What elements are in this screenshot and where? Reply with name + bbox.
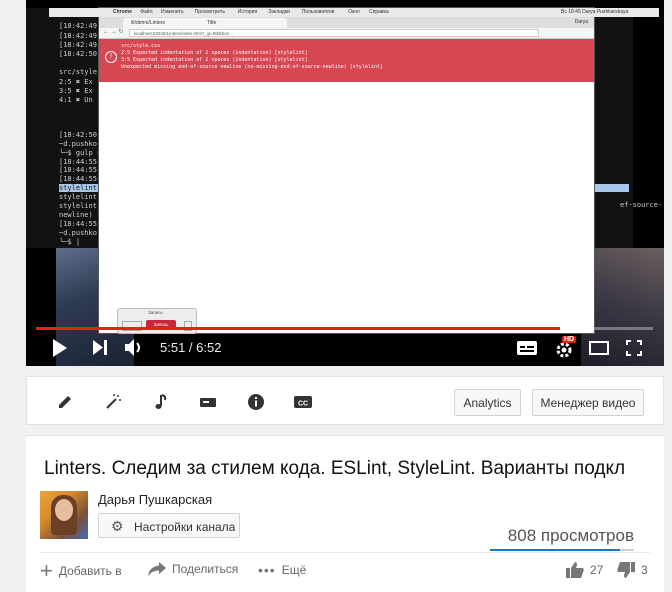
browser-tab: lit/demo/Linters	[123, 18, 201, 28]
terminal-line: [18:44:55]	[59, 158, 102, 166]
info-icon[interactable]	[245, 391, 267, 413]
terminal-line: ~d.pushkor	[59, 140, 102, 148]
error-line: src/style.css	[121, 43, 161, 49]
lint-error-overlay: ! src/style.css 2:5 Expected indentation…	[99, 39, 594, 82]
channel-avatar[interactable]	[40, 491, 88, 539]
mac-menu-item: Справка	[369, 9, 389, 15]
screen-recorder-widget: Запись Запись	[117, 308, 197, 334]
terminal-line: [18:44:55]	[59, 175, 102, 183]
settings-icon[interactable]: HD	[554, 336, 577, 359]
channel-settings-label: Настройки канала	[134, 520, 236, 534]
browser-nav-icons: ← → ↻	[103, 29, 124, 35]
pencil-icon[interactable]	[54, 391, 76, 413]
fullscreen-icon[interactable]	[626, 340, 642, 356]
more-dots-icon: •••	[258, 562, 276, 578]
browser-url-field: localhost:63342/Linters/index.html?_ijt=…	[129, 29, 539, 37]
mac-menu-item: Изменить	[161, 9, 184, 15]
thumbs-up-icon	[566, 562, 584, 578]
mac-menu-item: Закладки	[268, 9, 290, 15]
add-to-label: Добавить в	[58, 564, 122, 578]
like-button[interactable]: 27	[566, 562, 603, 578]
plus-icon: +	[40, 558, 53, 583]
terminal-line: [18:44:55]	[59, 220, 102, 228]
music-note-icon[interactable]	[149, 391, 171, 413]
channel-settings-button[interactable]: ⚙ Настройки канала	[98, 513, 240, 538]
dislike-count: 3	[641, 563, 648, 577]
share-icon	[148, 562, 166, 576]
terminal-line: stylelint:	[59, 202, 102, 210]
terminal-line: [18:42:50]	[59, 131, 102, 139]
svg-text:CC: CC	[298, 401, 308, 408]
browser-url-bar: ← → ↻ localhost:63342/Linters/index.html…	[99, 28, 594, 39]
likes-ratio-fill	[490, 549, 620, 551]
play-icon[interactable]	[52, 339, 68, 357]
volume-icon[interactable]	[125, 339, 143, 356]
terminal-line: [18:42:49]	[59, 41, 102, 49]
terminal-line: ╰─$ |	[59, 238, 81, 246]
error-line: 3:5 Expected indentation of 2 spaces (in…	[121, 57, 308, 63]
mac-menu-item: Просмотреть	[194, 9, 225, 15]
more-button[interactable]: ••• Ещё	[258, 562, 306, 578]
creator-toolbar: CC Analytics Менеджер видео	[26, 376, 664, 425]
next-icon[interactable]	[93, 340, 108, 355]
channel-name[interactable]: Дарья Пушкарская	[98, 492, 212, 507]
mac-menu-item: Файл	[140, 9, 153, 15]
terminal-line: 2:5 ✖ Ex	[59, 78, 93, 86]
video-player[interactable]: [18:42:49] [18:42:49] [18:42:49] [18:42:50]…	[26, 0, 664, 366]
terminal-line: stylelint:	[59, 193, 102, 201]
error-line: 2:5 Expected indentation of 2 spaces (in…	[121, 50, 308, 56]
annotation-icon[interactable]	[197, 391, 219, 413]
mac-menu-item: Пользователи	[301, 9, 335, 15]
terminal-line: ~d.pushkor	[59, 229, 102, 237]
cc-icon[interactable]: CC	[292, 391, 314, 413]
subtitles-icon[interactable]	[517, 341, 537, 355]
browser-tab: Title	[199, 18, 287, 28]
mac-menu-item: История	[237, 9, 258, 15]
hd-badge: HD	[562, 336, 577, 343]
browser-user-label: Darya	[574, 19, 588, 25]
mac-status-text: Вс 18:45 Darya Pushkarskaya	[561, 9, 629, 15]
mac-menu-bar: Вс 18:45 Darya Pushkarskaya Chrome Файл Из…	[49, 8, 659, 17]
view-count: 808 просмотров	[507, 526, 634, 545]
terminal-line: [18:42:49]	[59, 22, 102, 30]
mac-menu-item: Окно	[348, 9, 360, 15]
video-title: Linters. Следим за стилем кода. ESLint, …	[44, 458, 626, 479]
video-info-card: Linters. Следим за стилем кода. ESLint, …	[26, 435, 664, 592]
dislike-button[interactable]: 3	[617, 562, 648, 578]
avatar-face	[55, 499, 73, 521]
terminal-line: [18:42:50]	[59, 50, 102, 58]
terminal-line: [18:44:55]	[59, 166, 102, 174]
magic-wand-icon[interactable]	[102, 391, 124, 413]
recorder-title: Запись	[148, 310, 163, 315]
theater-mode-icon[interactable]	[589, 341, 609, 355]
browser-window: Вс 18:45 Darya Pushkarskaya Chrome Файл Из…	[49, 8, 659, 333]
browser-tab-bar: lit/demo/Linters Title Darya	[99, 17, 594, 28]
share-button[interactable]: Поделиться	[148, 562, 238, 576]
divider	[40, 552, 650, 553]
error-line: Unexpected missing end-of-source newline…	[121, 64, 383, 70]
error-icon: !	[105, 51, 117, 63]
terminal-line: newline)	[59, 211, 93, 219]
gear-icon: ⚙	[111, 518, 124, 534]
thumbs-down-icon	[617, 562, 635, 578]
terminal-line: 4:1 ✖ Un	[59, 96, 93, 104]
terminal-line: src/style.	[59, 68, 102, 76]
analytics-button[interactable]: Analytics	[454, 389, 521, 416]
more-label: Ещё	[281, 563, 307, 577]
like-count: 27	[590, 563, 604, 577]
add-to-button[interactable]: + Добавить в	[40, 558, 122, 583]
mac-menu-item: Chrome	[113, 9, 132, 15]
share-label: Поделиться	[172, 562, 239, 576]
terminal-overflow-text: ef-source-	[620, 201, 663, 209]
progress-played	[36, 327, 561, 330]
terminal-line: 3:5 ✖ Ex	[59, 87, 93, 95]
video-manager-button[interactable]: Менеджер видео	[532, 389, 644, 416]
time-display: 5:51 / 6:52	[160, 340, 222, 355]
terminal-line: [18:42:49]	[59, 32, 102, 40]
